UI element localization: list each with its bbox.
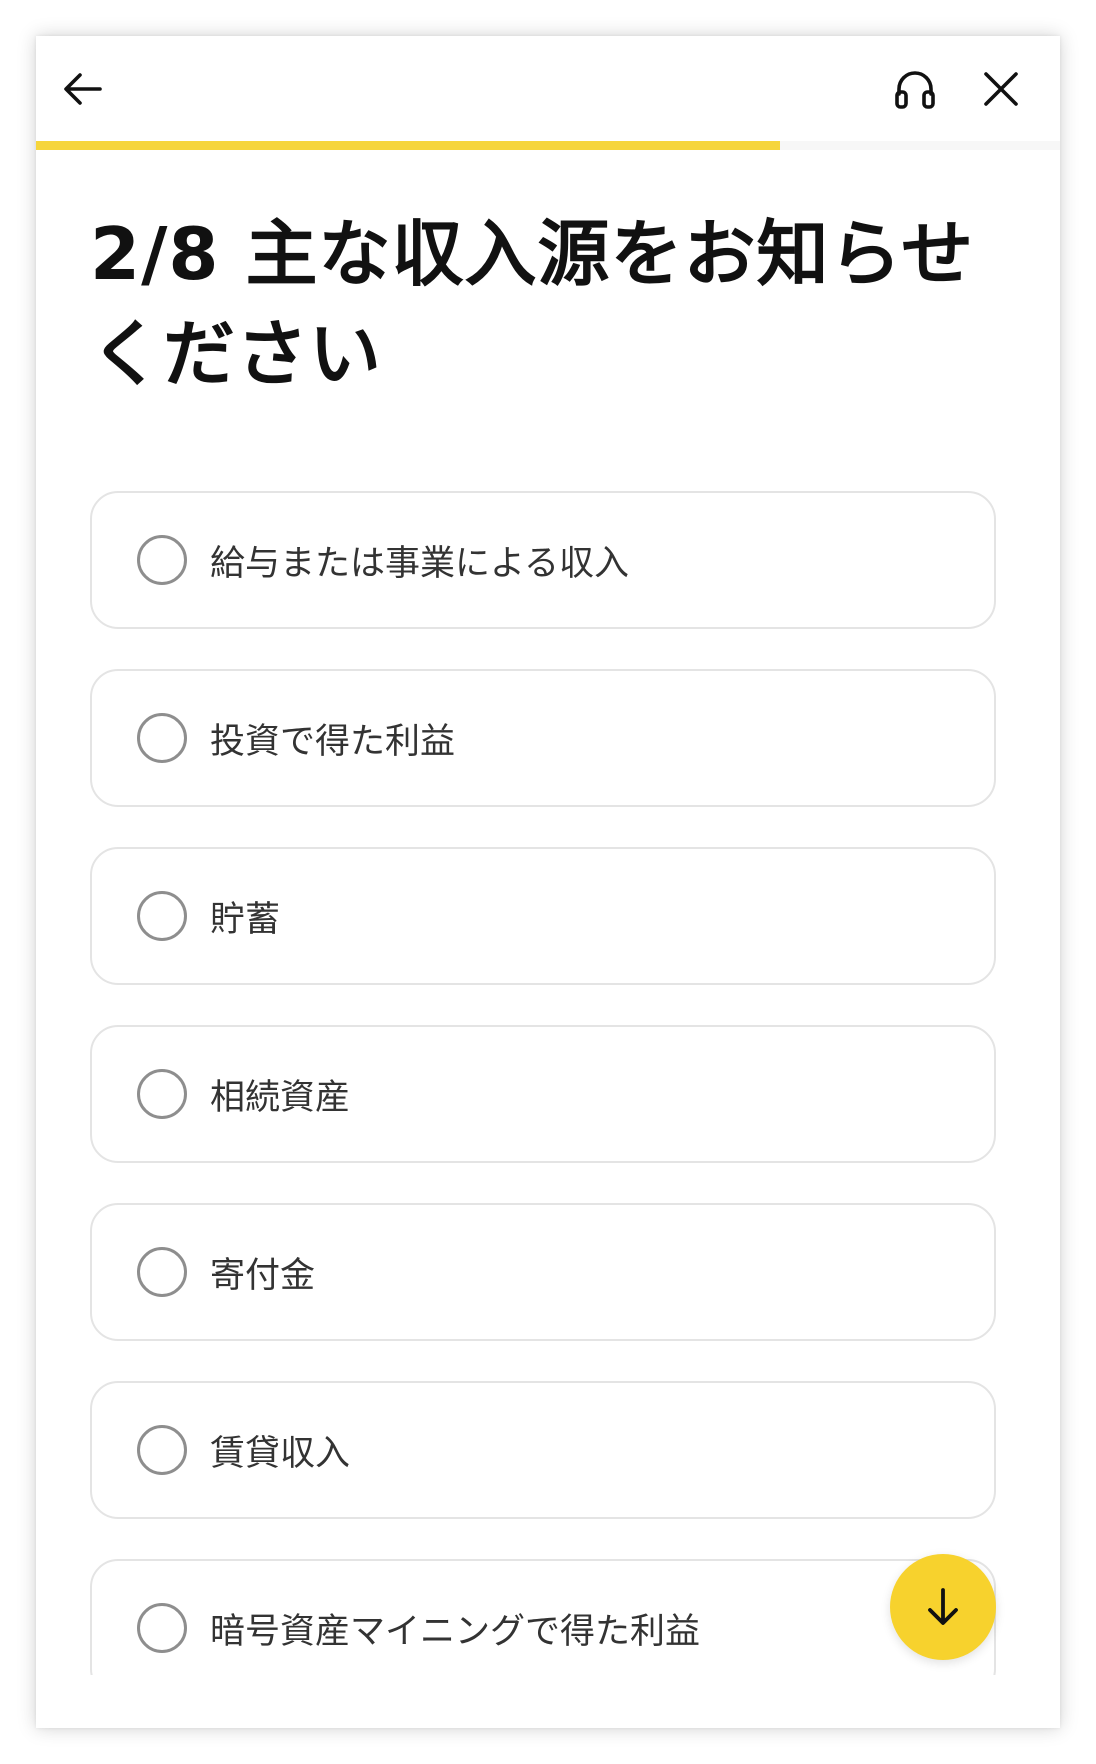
radio-button[interactable]: [137, 1069, 187, 1119]
option-donations[interactable]: 寄付金: [90, 1203, 996, 1341]
option-label: 貯蓄: [210, 899, 281, 940]
back-button[interactable]: [54, 60, 112, 118]
option-rental-income[interactable]: 賃貸収入: [90, 1381, 996, 1519]
progress-bar-fill: [36, 141, 781, 150]
option-inheritance[interactable]: 相続資産: [90, 1025, 996, 1163]
arrow-down-icon: [928, 1588, 958, 1625]
support-button[interactable]: [886, 60, 944, 118]
option-label: 給与または事業による収入: [210, 543, 629, 584]
scroll-down-button[interactable]: [890, 1554, 996, 1660]
option-label: 暗号資産マイニングで得た利益: [210, 1611, 701, 1652]
option-savings[interactable]: 貯蓄: [90, 847, 996, 985]
radio-button[interactable]: [137, 713, 187, 763]
radio-button[interactable]: [137, 891, 187, 941]
answer-options-list: 給与または事業による収入 投資で得た利益 貯蓄 相続資産 寄付金 賃貸収入 暗号…: [90, 491, 996, 1675]
radio-button[interactable]: [137, 1247, 187, 1297]
option-crypto-mining-gains[interactable]: 暗号資産マイニングで得た利益: [90, 1559, 996, 1675]
close-icon: [984, 72, 1018, 106]
option-label: 投資で得た利益: [210, 721, 456, 762]
app-window: 2/8 主な収入源をお知らせください 給与または事業による収入 投資で得た利益 …: [36, 36, 1060, 1728]
close-button[interactable]: [972, 60, 1030, 118]
radio-button[interactable]: [137, 1425, 187, 1475]
progress-bar: [36, 141, 1060, 150]
headset-icon: [895, 71, 935, 109]
option-investment-gains[interactable]: 投資で得た利益: [90, 669, 996, 807]
option-salary-or-business-income[interactable]: 給与または事業による収入: [90, 491, 996, 629]
question-title: 2/8 主な収入源をお知らせください: [90, 212, 975, 396]
option-label: 相続資産: [210, 1077, 351, 1118]
radio-button[interactable]: [137, 535, 187, 585]
top-bar: [36, 36, 1060, 141]
option-label: 賃貸収入: [210, 1433, 351, 1474]
arrow-left-icon: [64, 73, 102, 105]
option-label: 寄付金: [210, 1255, 316, 1296]
screen: 2/8 主な収入源をお知らせください 給与または事業による収入 投資で得た利益 …: [0, 0, 1096, 1764]
radio-button[interactable]: [137, 1603, 187, 1653]
